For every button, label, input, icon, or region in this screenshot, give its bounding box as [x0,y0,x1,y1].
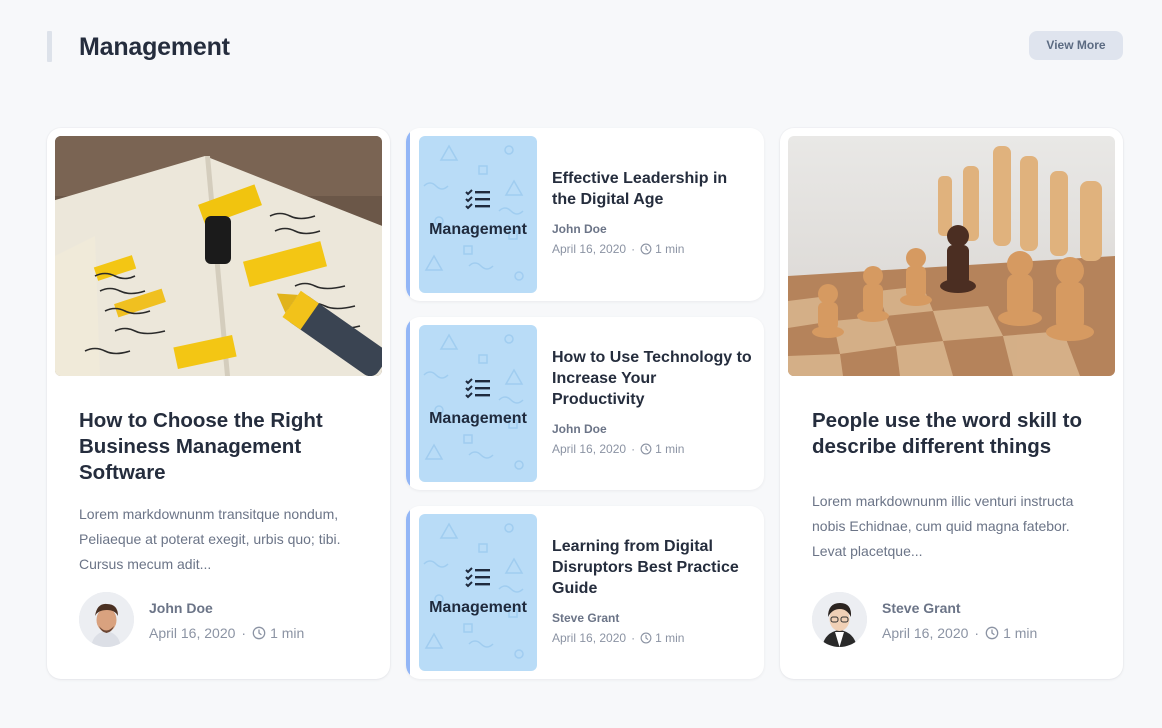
clock-icon [252,626,266,640]
section-title: Management [79,33,230,61]
list-post-card[interactable]: Management Learning from Digital Disrupt… [406,506,764,679]
post-meta: April 16, 2020 · 1 min [552,631,684,645]
post-date: April 16, 2020 [882,625,969,641]
featured-post-card-right[interactable]: People use the word skill to describe di… [780,128,1123,679]
category-thumbnail[interactable]: Management [419,325,537,482]
checklist-icon [465,189,490,210]
post-date: April 16, 2020 [552,242,627,256]
checklist-icon [465,378,490,399]
card-accent-bar [406,128,410,301]
author-row: John Doe April 16, 2020 · 1 min [79,592,369,648]
header-accent-bar [47,31,52,62]
category-label: Management [429,599,527,616]
chess-photo[interactable] [788,136,1115,376]
author-name[interactable]: John Doe [552,222,607,236]
category-label: Management [429,221,527,238]
view-more-button[interactable]: View More [1029,31,1123,60]
featured-post-title[interactable]: People use the word skill to describe di… [812,408,1102,460]
meta-separator: · [974,625,980,641]
featured-post-excerpt: Lorem markdownunm illic venturi instruct… [812,493,1074,559]
post-date: April 16, 2020 [149,625,236,641]
author-name[interactable]: Steve Grant [552,611,619,625]
checklist-icon [465,567,490,588]
notebook-photo[interactable] [55,136,382,376]
read-time: 1 min [270,625,305,641]
category-thumbnail[interactable]: Management [419,136,537,293]
card-accent-bar [406,317,410,490]
meta-separator: · [631,442,636,456]
clock-icon [640,243,652,255]
featured-post-excerpt: Lorem markdownunm transitque nondum, Pel… [79,506,341,572]
avatar[interactable] [812,592,867,647]
category-label: Management [429,410,527,427]
section-header: Management View More [47,31,1123,63]
read-time: 1 min [655,631,685,645]
list-post-title[interactable]: Learning from Digital Disruptors Best Pr… [552,536,752,599]
read-time: 1 min [655,442,685,456]
featured-post-title[interactable]: How to Choose the Right Business Managem… [79,408,369,486]
author-name[interactable]: John Doe [552,422,607,436]
card-accent-bar [406,506,410,679]
clock-icon [640,443,652,455]
clock-icon [640,632,652,644]
clock-icon [985,626,999,640]
meta-separator: · [631,631,636,645]
post-date: April 16, 2020 [552,442,627,456]
category-thumbnail[interactable]: Management [419,514,537,671]
post-meta: April 16, 2020 · 1 min [149,625,304,641]
list-post-title[interactable]: Effective Leadership in the Digital Age [552,168,752,210]
post-date: April 16, 2020 [552,631,627,645]
author-row: Steve Grant April 16, 2020 · 1 min [812,592,1102,648]
list-post-title[interactable]: How to Use Technology to Increase Your P… [552,347,752,410]
meta-separator: · [241,625,247,641]
avatar[interactable] [79,592,134,647]
post-meta: April 16, 2020 · 1 min [552,442,684,456]
list-post-card[interactable]: Management How to Use Technology to Incr… [406,317,764,490]
post-meta: April 16, 2020 · 1 min [552,242,684,256]
list-post-card[interactable]: Management Effective Leadership in the D… [406,128,764,301]
author-name[interactable]: John Doe [149,600,213,616]
read-time: 1 min [1003,625,1038,641]
meta-separator: · [631,242,636,256]
post-meta: April 16, 2020 · 1 min [882,625,1037,641]
read-time: 1 min [655,242,685,256]
author-name[interactable]: Steve Grant [882,600,961,616]
featured-post-card-left[interactable]: How to Choose the Right Business Managem… [47,128,390,679]
